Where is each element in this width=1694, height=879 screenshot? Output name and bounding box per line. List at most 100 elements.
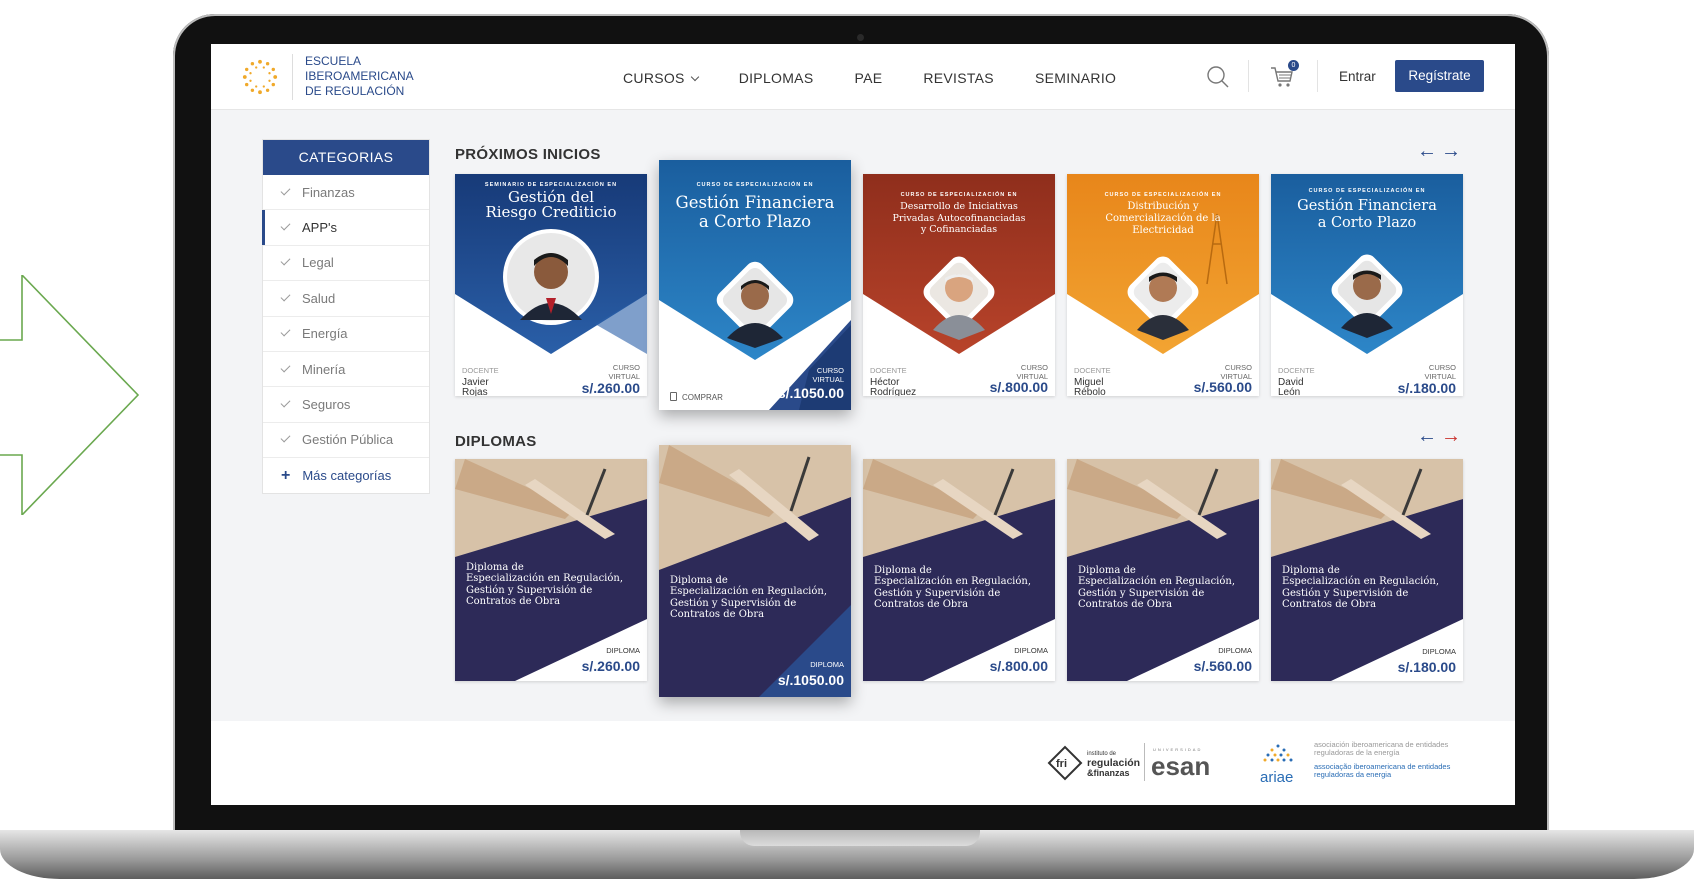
category-legal[interactable]: Legal bbox=[263, 246, 429, 282]
diploma-title-line: Diploma de bbox=[670, 575, 728, 586]
course-title-line: y Cofinanciadas bbox=[920, 224, 998, 235]
course-price: s/.180.00 bbox=[1397, 380, 1456, 396]
course-mode-line: CURSO bbox=[816, 366, 844, 375]
course-mode: CURSO VIRTUAL bbox=[784, 366, 844, 384]
plus-icon: + bbox=[281, 466, 291, 484]
check-icon bbox=[280, 185, 291, 196]
course-title: Gestión Financiera a Corto Plazo bbox=[1271, 198, 1463, 232]
ariae-logo[interactable]: ariae bbox=[1260, 769, 1293, 786]
category-seguros[interactable]: Seguros bbox=[263, 387, 429, 423]
logo-text[interactable]: ESCUELA IBEROAMERICANA DE REGULACIÓN bbox=[305, 54, 414, 99]
nav-cursos-label: CURSOS bbox=[623, 70, 685, 86]
buy-link[interactable]: COMPRAR bbox=[670, 392, 723, 402]
chevron-down-icon bbox=[690, 72, 699, 82]
diploma-title-line: Diploma de bbox=[466, 562, 524, 573]
laptop-notch bbox=[740, 830, 980, 846]
diploma-title-line: Contratos de Obra bbox=[1078, 598, 1173, 610]
diploma-title-line: Gestión y Supervisión de bbox=[1282, 587, 1409, 599]
esan-logo[interactable]: esan bbox=[1151, 751, 1210, 782]
diploma-card[interactable]: Diploma de Especialización en Regulación… bbox=[863, 459, 1055, 681]
diploma-title-line: Gestión y Supervisión de bbox=[670, 597, 797, 609]
sun-logo-icon[interactable] bbox=[241, 58, 279, 96]
course-card[interactable]: CURSO DE ESPECIALIZACIÓN EN Gestión Fina… bbox=[1271, 174, 1463, 396]
check-icon bbox=[280, 362, 291, 373]
nav-cursos[interactable]: CURSOS bbox=[623, 70, 699, 86]
footer: fri instituto de regulación &finanzas UN… bbox=[211, 721, 1515, 805]
logo-divider bbox=[292, 54, 293, 100]
diploma-card-highlighted[interactable]: Diploma de Especialización en Regulación… bbox=[659, 445, 851, 697]
course-title: Desarrollo de Iniciativas Privadas Autoc… bbox=[863, 201, 1055, 236]
decorative-arrow-icon bbox=[0, 275, 140, 515]
course-card[interactable]: CURSO DE ESPECIALIZACIÓN EN Desarrollo d… bbox=[863, 174, 1055, 396]
nav-revistas[interactable]: REVISTAS bbox=[923, 70, 994, 86]
category-label: Minería bbox=[302, 361, 346, 377]
docente-name: Miguel Rébolo bbox=[1074, 378, 1144, 397]
teacher-portrait bbox=[503, 229, 599, 325]
course-price: s/.1050.00 bbox=[777, 385, 844, 401]
nav-pae[interactable]: PAE bbox=[854, 70, 882, 86]
docente-name-line: Rébolo bbox=[1074, 387, 1106, 397]
docente-name-line: León bbox=[1278, 387, 1301, 397]
docente-label: DOCENTE bbox=[462, 366, 499, 375]
categories-title: CATEGORIAS bbox=[263, 140, 429, 175]
diploma-price: s/.800.00 bbox=[989, 658, 1048, 674]
category-mineria[interactable]: Minería bbox=[263, 352, 429, 388]
login-link[interactable]: Entrar bbox=[1339, 69, 1376, 84]
course-card[interactable]: CURSO DE ESPECIALIZACIÓN EN Distribución… bbox=[1067, 174, 1259, 396]
browser-screen: ESCUELA IBEROAMERICANA DE REGULACIÓN CUR… bbox=[211, 44, 1515, 805]
diploma-title-line: Diploma de bbox=[1078, 565, 1136, 576]
diploma-card[interactable]: Diploma de Especialización en Regulación… bbox=[455, 459, 647, 681]
course-title: Gestión del Riesgo Crediticio bbox=[455, 190, 647, 220]
diploma-title-line: Contratos de Obra bbox=[670, 608, 765, 620]
category-apps[interactable]: APP's bbox=[262, 210, 429, 246]
fri-line: &finanzas bbox=[1087, 768, 1130, 778]
fri-logo[interactable]: fri instituto de regulación &finanzas bbox=[1045, 743, 1140, 783]
docente-label: DOCENTE bbox=[1278, 366, 1315, 375]
arrow-left-icon[interactable]: ← bbox=[1417, 425, 1441, 447]
docente-name-line: Rojas bbox=[462, 387, 488, 397]
teacher-portrait bbox=[923, 256, 995, 340]
course-card-highlighted[interactable]: CURSO DE ESPECIALIZACIÓN EN Gestión Fina… bbox=[659, 160, 851, 410]
course-tag: CURSO DE ESPECIALIZACIÓN EN bbox=[900, 192, 1018, 198]
check-icon bbox=[280, 256, 291, 266]
course-card[interactable]: SEMINARIO DE ESPECIALIZACIÓN EN Gestión … bbox=[455, 174, 647, 396]
laptop-camera bbox=[857, 34, 864, 41]
diploma-price: s/.560.00 bbox=[1193, 658, 1252, 674]
check-icon bbox=[280, 326, 291, 337]
arrow-right-icon[interactable]: → bbox=[1441, 425, 1465, 447]
docente-name-line: Rodríguez bbox=[870, 387, 917, 397]
category-energia[interactable]: Energía bbox=[263, 317, 429, 352]
diploma-card[interactable]: Diploma de Especialización en Regulación… bbox=[1271, 459, 1463, 681]
diploma-title-line: Contratos de Obra bbox=[1282, 598, 1377, 610]
category-salud[interactable]: Salud bbox=[263, 281, 429, 317]
course-price: s/.260.00 bbox=[581, 380, 640, 396]
course-tag: CURSO DE ESPECIALIZACIÓN EN bbox=[1308, 188, 1426, 194]
course-price: s/.800.00 bbox=[989, 379, 1048, 395]
arrow-left-icon[interactable]: ← bbox=[1417, 140, 1441, 162]
register-button[interactable]: Regístrate bbox=[1395, 60, 1484, 92]
course-title-line: Privadas Autocofinanciadas bbox=[892, 212, 1026, 224]
logo-line: ESCUELA bbox=[305, 54, 362, 68]
more-categories-link[interactable]: + Más categorías bbox=[263, 458, 429, 493]
arrow-right-icon[interactable]: → bbox=[1441, 140, 1465, 162]
search-icon[interactable] bbox=[1206, 65, 1230, 89]
ariae-portuguese-text: associação iberoamericana de entidades r… bbox=[1314, 762, 1451, 779]
nav-seminario[interactable]: SEMINARIO bbox=[1035, 70, 1116, 86]
nav-separator bbox=[1317, 60, 1318, 92]
category-gestion-publica[interactable]: Gestión Pública bbox=[263, 423, 429, 459]
buy-label: COMPRAR bbox=[682, 393, 723, 402]
category-label: Gestión Pública bbox=[302, 432, 394, 448]
category-finanzas[interactable]: Finanzas bbox=[263, 175, 429, 211]
check-icon bbox=[280, 220, 291, 231]
course-price: s/.560.00 bbox=[1193, 379, 1252, 395]
diploma-price: s/.180.00 bbox=[1397, 659, 1456, 675]
nav-diplomas[interactable]: DIPLOMAS bbox=[739, 70, 814, 86]
diploma-card[interactable]: Diploma de Especialización en Regulación… bbox=[1067, 459, 1259, 681]
diploma-title-line: Gestión y Supervisión de bbox=[466, 584, 593, 596]
cart-count-badge: 0 bbox=[1288, 60, 1299, 71]
course-title-line: Gestión Financiera bbox=[675, 193, 835, 212]
top-navbar: ESCUELA IBEROAMERICANA DE REGULACIÓN CUR… bbox=[211, 44, 1515, 110]
diploma-price: s/.1050.00 bbox=[777, 672, 844, 688]
category-label: Finanzas bbox=[302, 184, 355, 200]
docente-name: Javier Rojas bbox=[462, 378, 532, 397]
